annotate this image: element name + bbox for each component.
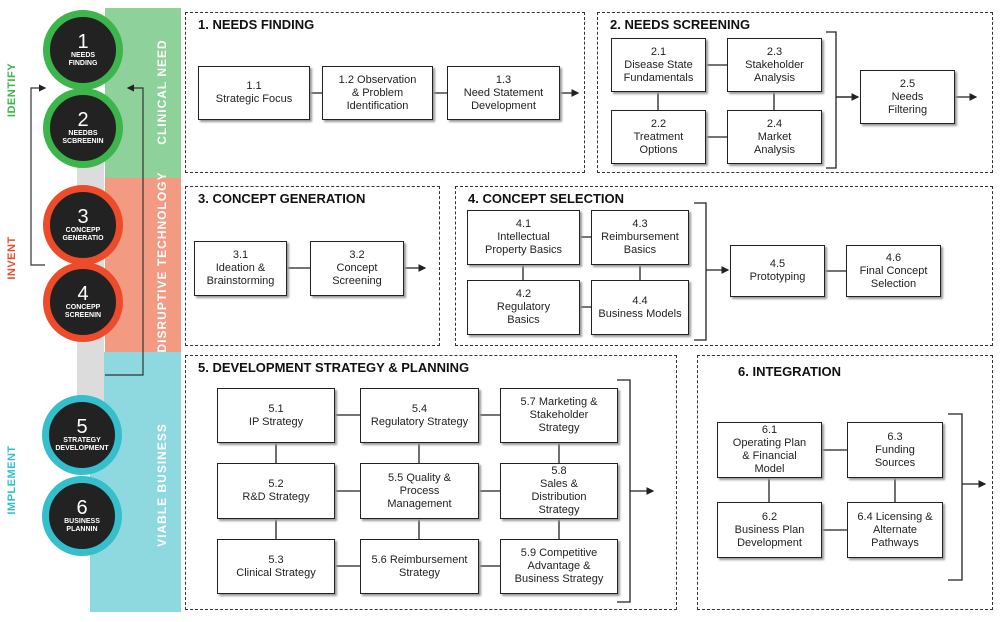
box-6-1: 6.1 Operating Plan & Financial Model — [717, 422, 822, 478]
box-5-1: 5.1 IP Strategy — [217, 388, 335, 443]
box-4-4: 4.4 Business Models — [591, 280, 689, 335]
box-1-2: 1.2 Observation & Problem Identification — [322, 66, 433, 120]
box-6-2: 6.2 Business Plan Development — [717, 502, 822, 558]
box-4-3: 4.3 Reimbursement Basics — [591, 210, 689, 265]
box-4-2: 4.2 Regulatory Basics — [467, 280, 580, 335]
box-2-1: 2.1 Disease State Fundamentals — [611, 38, 706, 92]
box-5-8: 5.8 Sales & Distribution Strategy — [500, 463, 618, 519]
box-5-2: 5.2 R&D Strategy — [217, 463, 335, 519]
box-2-5: 2.5 Needs Filtering — [860, 70, 955, 124]
box-3-1: 3.1 Ideation & Brainstorming — [194, 241, 287, 296]
box-4-6: 4.6 Final Concept Selection — [846, 245, 941, 297]
box-2-2: 2.2 Treatment Options — [611, 110, 706, 164]
box-5-9: 5.9 Competitive Advantage & Business Str… — [500, 539, 618, 594]
box-1-1: 1.1 Strategic Focus — [198, 66, 310, 120]
box-5-3: 5.3 Clinical Strategy — [217, 539, 335, 594]
box-4-1: 4.1 Intellectual Property Basics — [467, 210, 580, 265]
box-6-4: 6.4 Licensing & Alternate Pathways — [847, 502, 943, 558]
box-1-3: 1.3 Need Statement Development — [447, 66, 560, 120]
box-2-3: 2.3 Stakeholder Analysis — [727, 38, 822, 92]
box-5-7: 5.7 Marketing & Stakeholder Strategy — [500, 388, 618, 443]
box-5-5: 5.5 Quality & Process Management — [360, 463, 479, 519]
box-4-5: 4.5 Prototyping — [730, 245, 825, 297]
box-5-6: 5.6 Reimbursement Strategy — [360, 539, 479, 594]
box-5-4: 5.4 Regulatory Strategy — [360, 388, 479, 443]
box-3-2: 3.2 Concept Screening — [310, 241, 404, 296]
box-2-4: 2.4 Market Analysis — [727, 110, 822, 164]
box-6-3: 6.3 Funding Sources — [847, 422, 943, 478]
